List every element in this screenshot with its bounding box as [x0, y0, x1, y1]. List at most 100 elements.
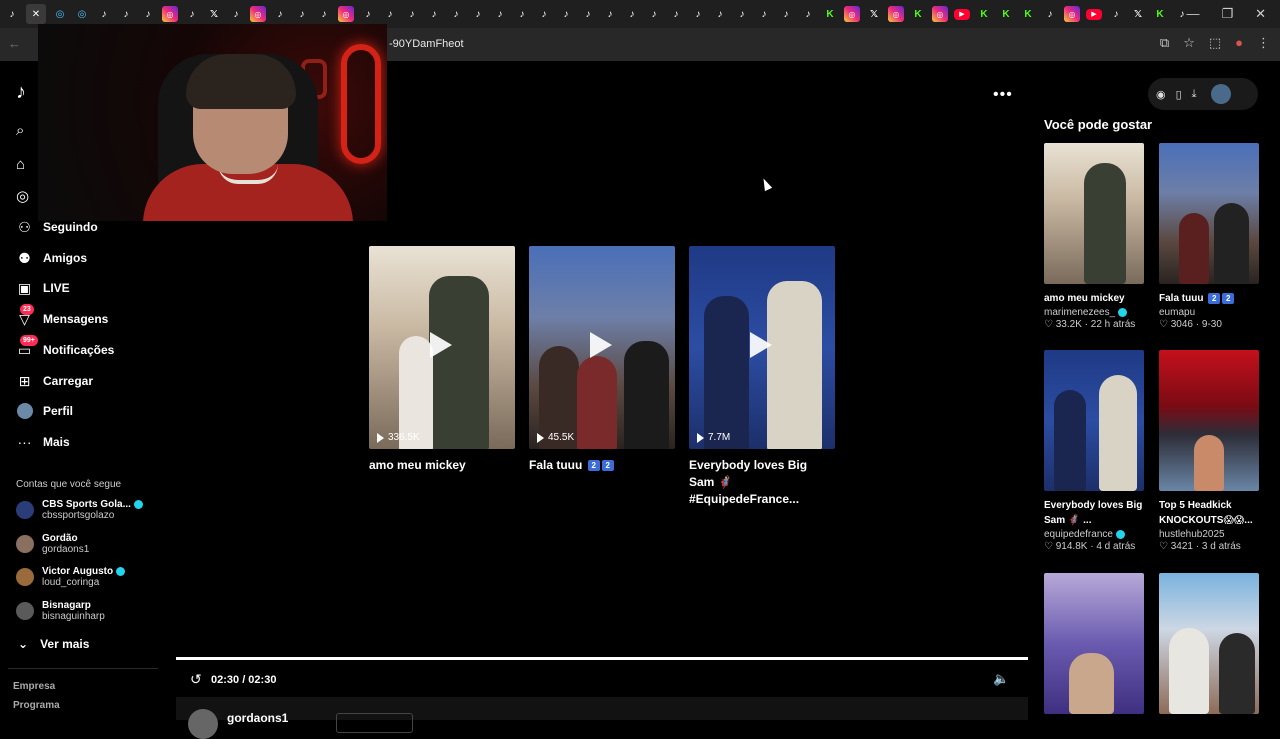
tiktok-tab-icon[interactable]: ♪ — [294, 6, 310, 22]
related-video-card[interactable]: 45.5K Fala tuuu 22 — [529, 246, 675, 474]
see-more-button[interactable]: ⌄ Ver mais — [18, 637, 89, 651]
tiktok-tab-icon[interactable]: ♪ — [1042, 6, 1058, 22]
tiktok-tab-icon[interactable]: ♪ — [1108, 6, 1124, 22]
video-thumbnail[interactable] — [1159, 573, 1259, 714]
tiktok-tab-icon[interactable]: ♪ — [272, 6, 288, 22]
tiktok-tab-icon[interactable]: ♪ — [228, 6, 244, 22]
author-handle[interactable]: marimenezees_ — [1044, 307, 1115, 318]
following-account[interactable]: CBS Sports Gola... cbssportsgolazo — [16, 499, 143, 521]
suggested-video[interactable] — [1159, 573, 1259, 714]
tiktok-tab-icon[interactable]: ♪ — [712, 6, 728, 22]
video-title[interactable]: Fala tuuu 22 — [529, 457, 675, 474]
tiktok-tab-icon[interactable]: ♪ — [96, 6, 112, 22]
tiktok-tab-icon[interactable]: ♪ — [316, 6, 332, 22]
tiktok-tab-icon[interactable]: ♪ — [426, 6, 442, 22]
edge-tab-icon[interactable]: ◎ — [52, 6, 68, 22]
more-options-icon[interactable]: ••• — [993, 86, 1013, 104]
browser-menu-icon[interactable]: ⋮ — [1257, 35, 1270, 51]
tiktok-tab-icon[interactable]: ♪ — [140, 6, 156, 22]
instagram-tab-icon[interactable]: ◎ — [932, 6, 948, 22]
suggested-video[interactable]: Top 5 Headkick KNOCKOUTS😱😱... hustlehub2… — [1159, 350, 1259, 552]
edge-tab-icon[interactable]: ◎ — [74, 6, 90, 22]
author-handle[interactable]: equipedefrance — [1044, 529, 1113, 540]
kick-tab-icon[interactable]: K — [910, 6, 926, 22]
author-handle[interactable]: eumapu — [1159, 307, 1195, 318]
tiktok-tab-icon[interactable]: ♪ — [118, 6, 134, 22]
video-thumbnail[interactable]: 336.5K — [369, 246, 515, 449]
footer-link[interactable]: Empresa — [13, 681, 55, 692]
tiktok-tab-icon[interactable]: ♪ — [1174, 6, 1186, 22]
tiktok-tab-icon[interactable]: ♪ — [470, 6, 486, 22]
author-handle[interactable]: hustlehub2025 — [1159, 529, 1225, 540]
tiktok-tab-icon[interactable]: ♪ — [360, 6, 376, 22]
nav-upload[interactable]: ⊞ Carregar — [16, 370, 93, 392]
cast-icon[interactable]: ⧉ — [1160, 35, 1169, 51]
related-video-card[interactable]: 336.5K amo meu mickey — [369, 246, 515, 474]
play-icon[interactable] — [590, 332, 612, 358]
nav-friends[interactable]: ⚉ Amigos — [16, 247, 87, 269]
replay-icon[interactable]: ↺ — [190, 671, 202, 688]
nav-live[interactable]: ▣ LIVE — [16, 277, 70, 299]
video-thumbnail[interactable] — [1044, 350, 1144, 491]
tiktok-tab-icon[interactable]: ♪ — [492, 6, 508, 22]
close-tab-icon[interactable]: ✕ — [26, 4, 46, 24]
instagram-tab-icon[interactable]: ◎ — [338, 6, 354, 22]
close-window-icon[interactable]: ✕ — [1255, 6, 1266, 22]
tiktok-tab-icon[interactable]: ♪ — [800, 6, 816, 22]
following-account[interactable]: Victor Augusto loud_coringa — [16, 566, 126, 588]
tiktok-tab-icon[interactable]: ♪ — [668, 6, 684, 22]
tiktok-tab-icon[interactable]: ♪ — [514, 6, 530, 22]
youtube-tab-icon[interactable]: ▶ — [954, 8, 970, 20]
extensions-icon[interactable]: ⬚ — [1209, 35, 1221, 51]
mobile-icon[interactable]: ▯ — [1176, 88, 1182, 101]
kick-tab-icon[interactable]: K — [822, 6, 838, 22]
youtube-tab-icon[interactable]: ▶ — [1086, 8, 1102, 20]
play-icon[interactable] — [750, 332, 772, 358]
instagram-tab-icon[interactable]: ◎ — [250, 6, 266, 22]
follow-button[interactable] — [336, 713, 413, 733]
tiktok-tab-icon[interactable]: ♪ — [602, 6, 618, 22]
video-thumbnail[interactable] — [1044, 143, 1144, 284]
x-tab-icon[interactable]: 𝕏 — [1130, 6, 1146, 22]
following-account[interactable]: Gordão gordaons1 — [16, 533, 89, 555]
profile-avatar-icon[interactable]: ● — [1235, 35, 1243, 51]
tiktok-tab-icon[interactable]: ♪ — [580, 6, 596, 22]
instagram-tab-icon[interactable]: ◎ — [162, 6, 178, 22]
search-icon[interactable]: ⌕ — [16, 122, 24, 139]
instagram-tab-icon[interactable]: ◎ — [888, 6, 904, 22]
url-text[interactable]: -90YDamFheot — [389, 38, 464, 50]
video-thumbnail[interactable]: 7.7M — [689, 246, 835, 449]
video-progress-bar[interactable] — [176, 657, 1028, 660]
author-name[interactable]: gordaons1 — [227, 711, 288, 725]
nav-messages[interactable]: ▽ 23 Mensagens — [16, 303, 108, 330]
nav-notifications[interactable]: ▭ 99+ Notificações — [16, 334, 114, 361]
nav-profile[interactable]: Perfil — [16, 400, 73, 422]
tiktok-tab-icon[interactable]: ♪ — [558, 6, 574, 22]
back-arrow-icon[interactable]: ← — [8, 36, 21, 51]
video-thumbnail[interactable] — [1044, 573, 1144, 714]
tiktok-tab-icon[interactable]: ♪ — [184, 6, 200, 22]
download-icon[interactable]: ⤓ — [1192, 88, 1197, 101]
tiktok-tab-icon[interactable]: ♪ — [734, 6, 750, 22]
video-thumbnail[interactable]: 45.5K — [529, 246, 675, 449]
kick-tab-icon[interactable]: K — [998, 6, 1014, 22]
kick-tab-icon[interactable]: K — [976, 6, 992, 22]
instagram-tab-icon[interactable]: ◎ — [844, 6, 860, 22]
suggested-video[interactable]: Fala tuuu 22 eumapu ♡ 3046 · 9-30 — [1159, 143, 1259, 330]
x-tab-icon[interactable]: 𝕏 — [866, 6, 882, 22]
suggested-video[interactable]: amo meu mickey marimenezees_ ♡ 33.2K · 2… — [1044, 143, 1144, 330]
author-avatar[interactable] — [188, 709, 218, 739]
video-thumbnail[interactable] — [1159, 143, 1259, 284]
tiktok-tab-icon[interactable]: ♪ — [448, 6, 464, 22]
suggested-video[interactable] — [1044, 573, 1144, 714]
tiktok-tab-icon[interactable]: ♪ — [778, 6, 794, 22]
instagram-tab-icon[interactable]: ◎ — [1064, 6, 1080, 22]
tiktok-tab-icon[interactable]: ♪ — [624, 6, 640, 22]
nav-more[interactable]: ··· Mais — [16, 431, 70, 453]
compass-icon[interactable]: ◉ — [1156, 88, 1166, 101]
home-icon[interactable]: ⌂ — [16, 156, 25, 173]
suggested-video[interactable]: Everybody loves Big Sam 🦸‍♂️ ... equiped… — [1044, 350, 1144, 552]
tiktok-tab-icon[interactable]: ♪ — [536, 6, 552, 22]
related-video-card[interactable]: 7.7M Everybody loves Big Sam 🦸‍♂️ #Equip… — [689, 246, 835, 508]
tiktok-tab-icon[interactable]: ♪ — [404, 6, 420, 22]
